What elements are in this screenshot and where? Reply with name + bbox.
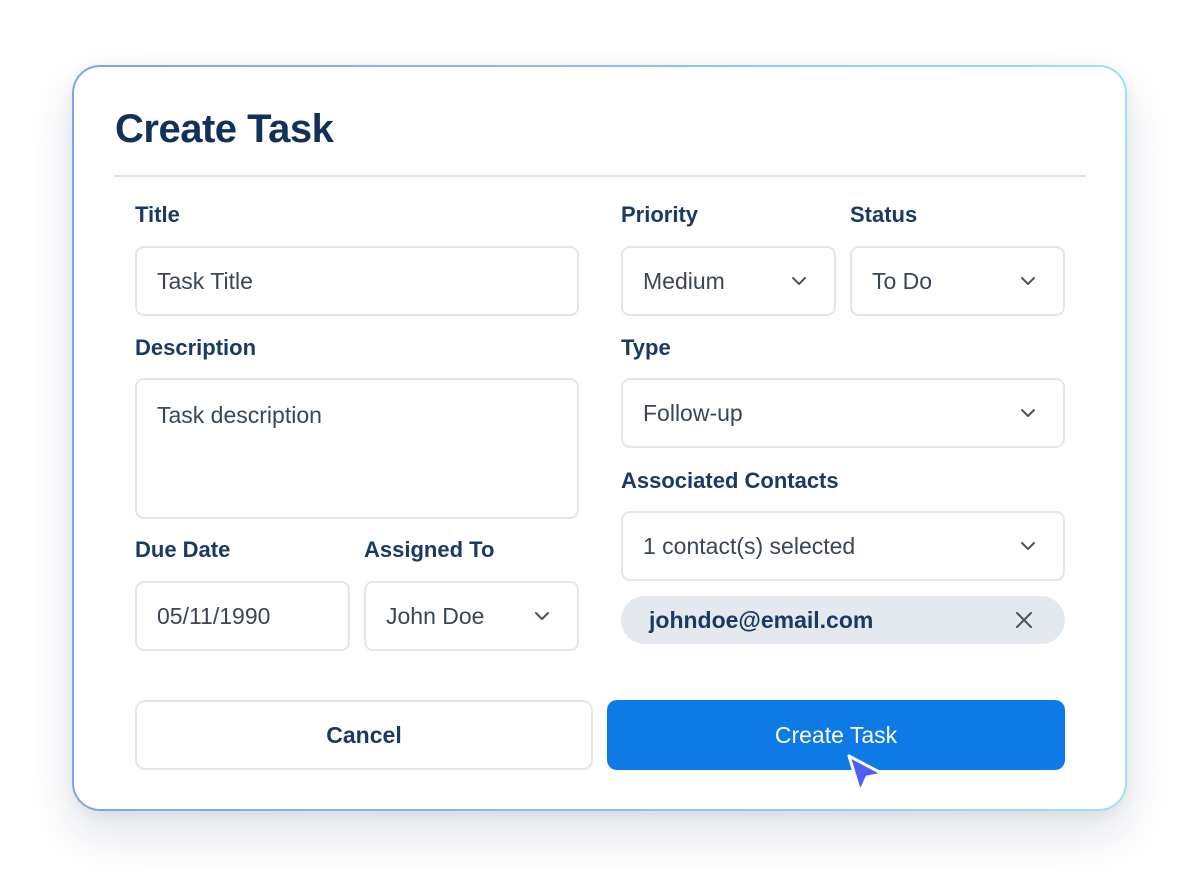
mouse-cursor-icon — [847, 754, 885, 794]
chevron-down-icon — [1021, 277, 1035, 285]
assigned-to-select[interactable]: John Doe — [364, 581, 579, 651]
create-task-button[interactable]: Create Task — [607, 700, 1065, 770]
chevron-down-icon — [1021, 542, 1035, 550]
priority-select-value: Medium — [643, 267, 725, 294]
description-textarea[interactable]: Task description — [135, 378, 579, 519]
status-select[interactable]: To Do — [850, 246, 1065, 316]
due-date-label: Due Date — [135, 537, 231, 562]
description-textarea-value: Task description — [157, 402, 322, 428]
chevron-down-icon — [792, 277, 806, 285]
priority-label: Priority — [621, 202, 699, 227]
assigned-to-select-value: John Doe — [386, 602, 485, 629]
associated-contacts-select[interactable]: 1 contact(s) selected — [621, 511, 1065, 581]
chevron-down-icon — [1021, 409, 1035, 417]
create-task-dialog-frame: Create Task Title Task Title Description… — [72, 65, 1127, 811]
close-icon[interactable] — [1015, 611, 1033, 629]
description-label: Description — [135, 335, 257, 360]
create-task-dialog: Create Task Title Task Title Description… — [74, 67, 1125, 809]
chevron-down-icon — [535, 612, 549, 620]
due-date-input[interactable]: 05/11/1990 — [135, 581, 350, 651]
cancel-button[interactable]: Cancel — [135, 700, 593, 770]
associated-contacts-label: Associated Contacts — [621, 468, 839, 493]
header-divider — [114, 175, 1086, 177]
title-input-value: Task Title — [157, 267, 253, 294]
contact-chip-email: johndoe@email.com — [649, 606, 874, 633]
title-label: Title — [135, 202, 180, 227]
title-input[interactable]: Task Title — [135, 246, 579, 316]
contact-chip: johndoe@email.com — [621, 596, 1065, 644]
dialog-title: Create Task — [115, 107, 334, 151]
associated-contacts-select-value: 1 contact(s) selected — [643, 532, 856, 559]
priority-select[interactable]: Medium — [621, 246, 836, 316]
due-date-input-value: 05/11/1990 — [157, 602, 271, 629]
assigned-to-label: Assigned To — [364, 537, 495, 562]
type-select-value: Follow-up — [643, 399, 743, 426]
status-select-value: To Do — [872, 267, 933, 294]
status-label: Status — [850, 202, 918, 227]
type-select[interactable]: Follow-up — [621, 378, 1065, 448]
type-label: Type — [621, 335, 671, 360]
